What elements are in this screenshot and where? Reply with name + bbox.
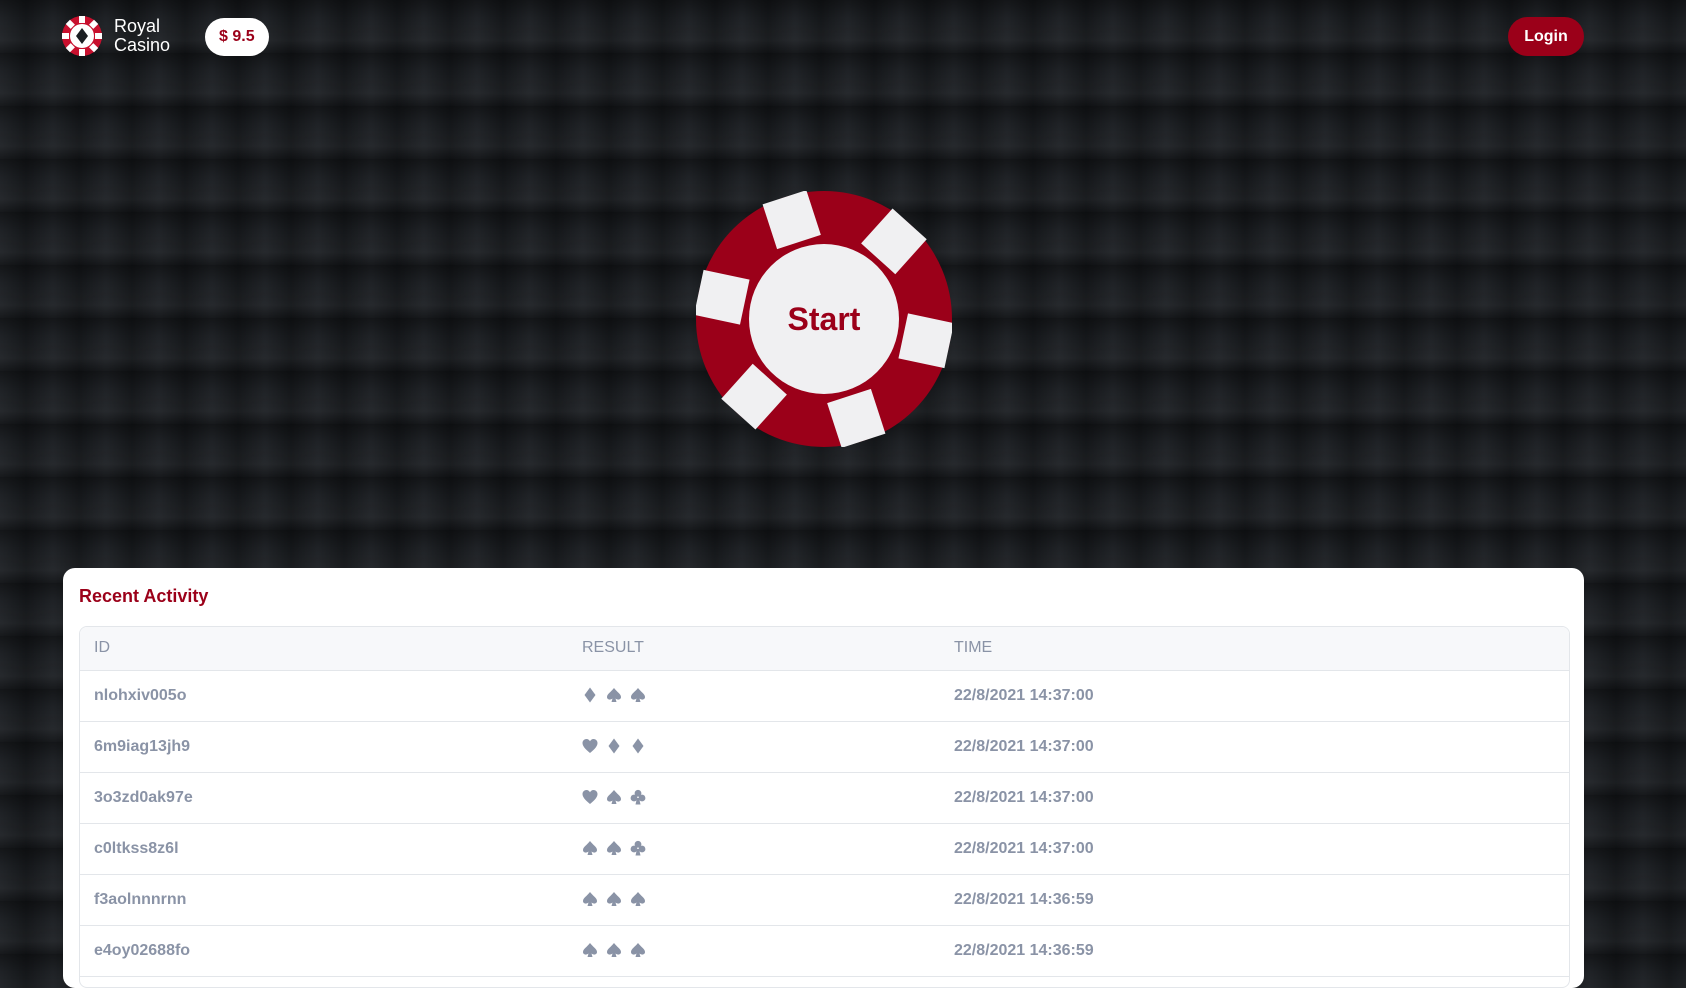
cell-time: 22/8/2021 14:36:59: [940, 925, 1569, 977]
cell-result: [568, 823, 940, 875]
diamond-suit-icon: [606, 738, 622, 754]
cell-time: 22/8/2021 14:37:00: [940, 823, 1569, 875]
brand-name: Royal Casino: [114, 17, 170, 55]
brand-name-line2: Casino: [114, 35, 171, 55]
cell-time: 22/8/2021 14:37:00: [940, 721, 1569, 773]
recent-activity-panel: Recent Activity ID RESULT TIME nlohxiv00…: [63, 568, 1584, 988]
cell-id: 3o3zd0ak97e: [80, 772, 568, 824]
spade-suit-icon: [582, 942, 598, 958]
cell-time: 22/8/2021 14:37:00: [940, 670, 1569, 722]
table-header-row: ID RESULT TIME: [80, 627, 1569, 671]
cell-id: c0ltkss8z6l: [80, 823, 568, 875]
spade-suit-icon: [606, 687, 622, 703]
spade-suit-icon: [606, 942, 622, 958]
spade-suit-icon: [582, 891, 598, 907]
spade-suit-icon: [630, 942, 646, 958]
cell-id: f3aolnnnrnn: [80, 874, 568, 926]
panel-title: Recent Activity: [79, 586, 209, 606]
spade-suit-icon: [630, 687, 646, 703]
diamond-suit-icon: [582, 687, 598, 703]
table-row[interactable]: nlohxiv005o 22/8/2021 14:37:00: [80, 670, 1569, 722]
table-row[interactable]: e4oy02688fo 22/8/2021 14:36:59: [80, 925, 1569, 977]
cell-result: [568, 874, 940, 926]
table-row[interactable]: f3aolnnnrnn 22/8/2021 14:36:59: [80, 874, 1569, 926]
club-suit-icon: [630, 789, 646, 805]
brand-name-line1: Royal: [114, 16, 161, 36]
spade-suit-icon: [582, 840, 598, 856]
cell-result: [568, 721, 940, 773]
login-button[interactable]: Login: [1508, 17, 1584, 56]
cell-id: 6m9iag13jh9: [80, 721, 568, 773]
spade-suit-icon: [606, 891, 622, 907]
cell-time: 22/8/2021 14:37:00: [940, 772, 1569, 824]
top-bar: Royal Casino $ 9.5 Login: [0, 0, 1686, 72]
table-row[interactable]: 3o3zd0ak97e 22/8/2021 14:37:00: [80, 772, 1569, 824]
column-header-time: TIME: [940, 627, 1569, 671]
table-row[interactable]: 6m9iag13jh9 22/8/2021 14:37:00: [80, 721, 1569, 773]
heart-suit-icon: [582, 738, 598, 754]
table-row[interactable]: c0ltkss8z6l 22/8/2021 14:37:00: [80, 823, 1569, 875]
activity-table: ID RESULT TIME nlohxiv005o 22/8/2021 14:3…: [79, 626, 1570, 988]
cell-id: nlohxiv005o: [80, 670, 568, 722]
brand[interactable]: Royal Casino: [62, 16, 170, 56]
column-header-result: RESULT: [568, 627, 940, 671]
spade-suit-icon: [606, 840, 622, 856]
spade-suit-icon: [606, 789, 622, 805]
start-chip-button[interactable]: Start: [696, 191, 952, 447]
cell-result: [568, 925, 940, 977]
start-label: Start: [787, 300, 861, 337]
club-suit-icon: [630, 840, 646, 856]
balance-badge: $ 9.5: [205, 18, 269, 56]
heart-suit-icon: [582, 789, 598, 805]
poker-chip-logo-icon: [62, 16, 102, 56]
cell-result: [568, 670, 940, 722]
cell-time: 22/8/2021 14:36:59: [940, 874, 1569, 926]
column-header-id: ID: [80, 627, 568, 671]
diamond-suit-icon: [630, 738, 646, 754]
cell-result: [568, 772, 940, 824]
spade-suit-icon: [630, 891, 646, 907]
cell-id: e4oy02688fo: [80, 925, 568, 977]
